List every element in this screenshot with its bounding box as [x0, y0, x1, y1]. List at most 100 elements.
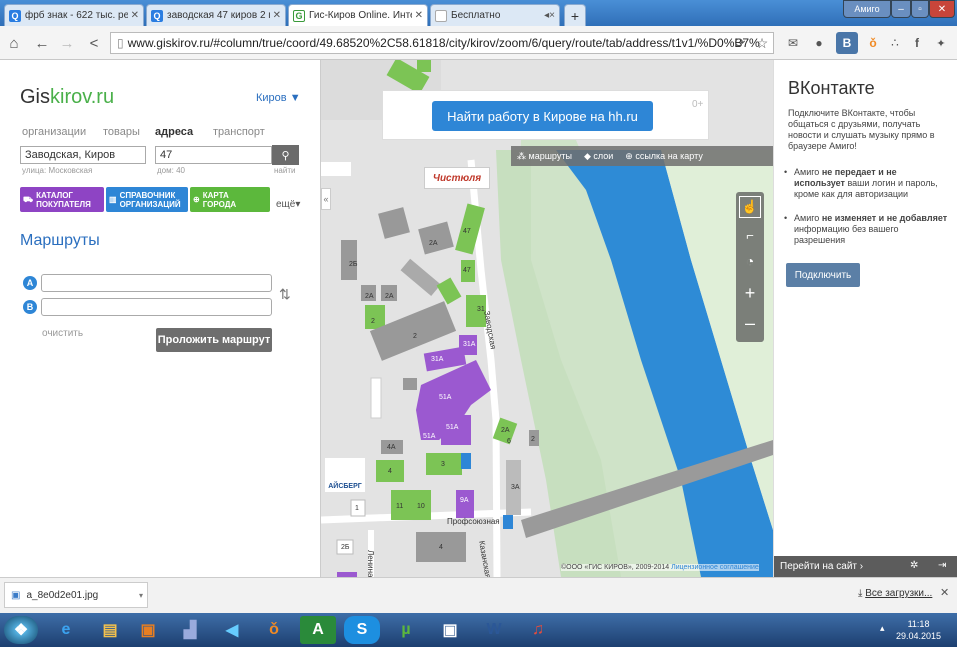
- close-icon[interactable]: ✕: [131, 10, 139, 21]
- license-link[interactable]: Лицензионное соглашение: [671, 564, 759, 571]
- zoom-in-button[interactable]: +: [739, 282, 761, 304]
- music-icon[interactable]: ♫: [520, 616, 556, 644]
- buyer-catalog-button[interactable]: ⛟ КАТАЛОГ ПОКУПАТЕЛЯ: [20, 187, 104, 212]
- ruler-icon[interactable]: ⌐: [739, 224, 761, 246]
- chistyulya-logo[interactable]: Чистюля: [424, 167, 490, 189]
- chevron-down-icon[interactable]: ▾: [139, 591, 143, 600]
- odnoklassniki-icon[interactable]: ǒ: [256, 616, 292, 644]
- building-label: 2А: [365, 293, 374, 300]
- close-icon[interactable]: ✕: [940, 586, 949, 599]
- ad-banner[interactable]: Найти работу в Кирове на hh.ru 0+: [382, 90, 709, 140]
- media-center-icon[interactable]: ▣: [130, 616, 166, 644]
- swap-icon[interactable]: ⇅: [279, 286, 291, 303]
- hh-ad-button[interactable]: Найти работу в Кирове на hh.ru: [432, 101, 653, 131]
- more-link[interactable]: ещё▾: [276, 199, 300, 210]
- tab-title: заводская 47 киров 2 гис -: [167, 10, 270, 21]
- facebook-icon[interactable]: f: [906, 32, 928, 54]
- folder-icon[interactable]: ▤: [92, 616, 128, 644]
- forward-button[interactable]: →: [57, 33, 77, 53]
- building-label: 2: [531, 436, 535, 443]
- tab-search-2[interactable]: Q заводская 47 киров 2 гис - ✕: [146, 4, 286, 26]
- save-icon[interactable]: ▣: [432, 616, 468, 644]
- twitter-icon[interactable]: ✦: [930, 32, 952, 54]
- friends-icon[interactable]: ∴: [884, 32, 906, 54]
- aisberg-text: АЙСБЕРГ: [328, 483, 362, 490]
- tray-expand-icon[interactable]: ▴: [880, 623, 885, 634]
- routes-tool[interactable]: ⁂ маршруты: [517, 151, 572, 162]
- cat-label2: ПОКУПАТЕЛЯ: [36, 199, 91, 209]
- bullet-icon: •: [784, 167, 788, 177]
- globe-icon: ⊕: [193, 195, 200, 204]
- share-icon[interactable]: <: [84, 33, 104, 53]
- area-icon[interactable]: ◔: [739, 250, 761, 272]
- tab-giskirov[interactable]: G Гис-Киров Online. Интерак ✕: [288, 4, 428, 26]
- star-icon[interactable]: ☆: [752, 33, 772, 53]
- city-selector[interactable]: Киров ▼: [256, 92, 301, 104]
- new-tab-button[interactable]: +: [564, 4, 586, 26]
- home-icon[interactable]: ⌂: [4, 33, 24, 53]
- cat-label1: КАРТА: [202, 190, 229, 200]
- clear-link[interactable]: очистить: [42, 328, 83, 339]
- word-icon[interactable]: W: [476, 616, 512, 644]
- all-downloads-link[interactable]: ⤓ Все загрузки...: [858, 588, 932, 599]
- window-close-button[interactable]: ✕: [929, 0, 955, 18]
- volume-icon[interactable]: ◀: [214, 616, 250, 644]
- amigo-icon[interactable]: A: [300, 616, 336, 644]
- chat-icon[interactable]: ●: [808, 32, 830, 54]
- giskirov-favicon: G: [293, 9, 305, 22]
- start-button[interactable]: ❖: [4, 616, 38, 644]
- ok-icon[interactable]: ǒ: [862, 32, 884, 54]
- hand-icon[interactable]: ☝: [739, 196, 761, 218]
- cat-label2: ГОРОДА: [202, 199, 237, 209]
- vk-connect-button[interactable]: Подключить: [786, 263, 860, 287]
- reload-icon[interactable]: ⟳: [730, 33, 750, 53]
- cat-label1: СПРАВОЧНИК: [119, 190, 176, 200]
- city-map-button[interactable]: ⊕ КАРТА ГОРОДА: [190, 187, 270, 212]
- tab-goods[interactable]: товары: [103, 126, 140, 138]
- clock-time: 11:18: [907, 619, 930, 629]
- goto-site-link[interactable]: Перейти на сайт ›: [780, 561, 863, 572]
- exit-icon[interactable]: ⇥: [938, 560, 946, 571]
- tab-transport[interactable]: транспорт: [213, 126, 265, 138]
- network-icon[interactable]: ▟: [172, 616, 208, 644]
- tab-title: Гис-Киров Online. Интерак: [309, 10, 412, 21]
- close-icon[interactable]: ✕: [415, 10, 423, 21]
- link-tool[interactable]: ⊕ ссылка на карту: [625, 151, 703, 162]
- collapse-panel-button[interactable]: «: [321, 188, 331, 210]
- layers-tool[interactable]: ◆ слои: [584, 151, 613, 162]
- zoom-out-button[interactable]: –: [739, 312, 761, 334]
- clock[interactable]: 11:18 29.04.2015: [896, 618, 941, 642]
- tab-addresses[interactable]: адреса: [155, 126, 193, 138]
- tab-free[interactable]: Бесплатно ◂×: [430, 4, 560, 26]
- amigo-menu-button[interactable]: Амиго: [843, 0, 891, 18]
- map-view[interactable]: 47 2А 47 3 1 2Б 2А 2А 2 2 31А 51А 31А 51А…: [321, 60, 773, 577]
- gear-icon[interactable]: ✲: [910, 560, 918, 571]
- url-bar[interactable]: ▯ www.giskirov.ru/#column/true/coord/49.…: [110, 32, 774, 54]
- copyright-text: ©ООО «ГИС КИРОВ», 2009-2014: [561, 564, 670, 571]
- download-item[interactable]: ▣ a_8e0d2e01.jpg ▾: [4, 582, 148, 608]
- vk-icon[interactable]: В: [836, 32, 858, 54]
- maximize-button[interactable]: ▫: [911, 0, 929, 18]
- search-button[interactable]: ⚲: [272, 145, 299, 165]
- route-from-input[interactable]: [41, 274, 272, 292]
- skype-icon[interactable]: S: [344, 616, 380, 644]
- back-button[interactable]: ←: [32, 33, 52, 53]
- site-logo[interactable]: Giskirov.ru: [20, 86, 114, 109]
- aisberg-logo[interactable]: АЙСБЕРГ: [325, 458, 365, 492]
- minimize-button[interactable]: –: [891, 0, 911, 18]
- speaker-icon[interactable]: ◂×: [544, 10, 555, 21]
- utorrent-icon[interactable]: µ: [388, 616, 424, 644]
- org-directory-button[interactable]: ▥ СПРАВОЧНИК ОРГАНИЗАЦИЙ: [106, 187, 188, 212]
- tab-search-1[interactable]: Q фрб знак - 622 тыс. результ ✕: [4, 4, 144, 26]
- street-input[interactable]: Заводская, Киров: [20, 146, 146, 164]
- ie-icon[interactable]: e: [48, 616, 84, 644]
- tab-organizations[interactable]: организации: [22, 126, 86, 138]
- all-downloads-label: Все загрузки...: [865, 588, 933, 599]
- map-controls: ☝ ⌐ ◔ + –: [736, 192, 764, 342]
- mail-icon[interactable]: ✉: [782, 32, 804, 54]
- route-to-input[interactable]: [41, 298, 272, 316]
- close-icon[interactable]: ✕: [273, 10, 281, 21]
- image-file-icon: ▣: [11, 589, 21, 601]
- house-input[interactable]: 47: [155, 146, 272, 164]
- build-route-button[interactable]: Проложить маршрут: [156, 328, 272, 352]
